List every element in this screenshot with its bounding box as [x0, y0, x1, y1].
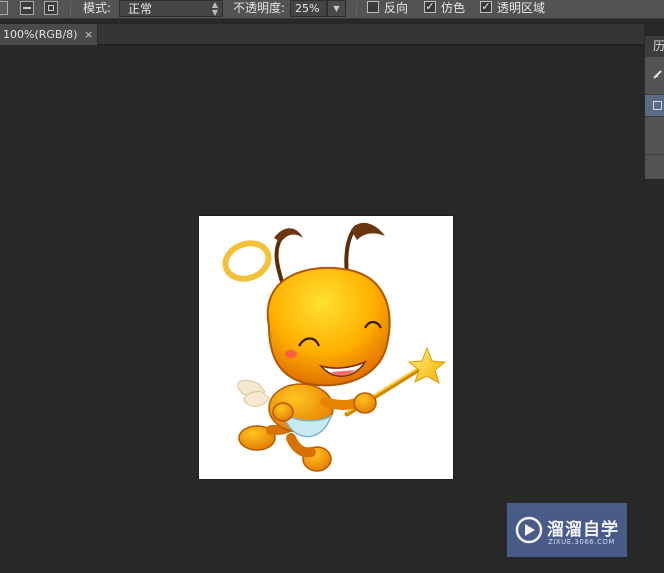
- opacity-label: 不透明度:: [233, 1, 286, 15]
- reverse-label: 反向: [384, 1, 409, 15]
- angel-ant-illustration: [222, 222, 447, 472]
- checkmark-icon: ✓: [481, 0, 491, 13]
- history-panel: 历: [644, 36, 664, 179]
- mode-select[interactable]: 正常 ▲ ▼: [119, 0, 223, 17]
- updown-arrow-icon: ▲ ▼: [211, 0, 218, 17]
- toolbar-divider: [356, 2, 357, 17]
- snapshot-icon: [653, 101, 662, 110]
- checkmark-icon: ✓: [425, 0, 435, 13]
- brush-icon: [653, 70, 662, 79]
- gradient-type-icon[interactable]: [0, 1, 8, 15]
- history-state-row[interactable]: [645, 116, 664, 154]
- close-icon[interactable]: ×: [84, 24, 93, 45]
- history-state-selected[interactable]: [645, 94, 664, 116]
- chevron-down-icon: ▼: [333, 4, 340, 13]
- document-canvas[interactable]: [199, 216, 453, 479]
- transparency-label: 透明区域: [497, 1, 546, 15]
- dither-checkbox[interactable]: ✓: [424, 1, 436, 13]
- opacity-dropdown-button[interactable]: ▼: [327, 0, 346, 17]
- history-state-row[interactable]: [645, 154, 664, 179]
- transparency-checkbox[interactable]: ✓: [480, 1, 492, 13]
- watermark-logo: 溜溜自学 ZIXUE.3066.COM: [507, 503, 627, 557]
- toolbar-divider: [70, 2, 71, 17]
- document-tab-bar: 100%(RGB/8) ×: [0, 24, 644, 45]
- mode-label: 模式:: [83, 1, 112, 15]
- history-panel-label: 历: [653, 39, 664, 53]
- history-panel-header[interactable]: 历: [645, 36, 664, 56]
- play-logo-icon: [515, 516, 543, 544]
- mode-value: 正常: [128, 2, 153, 16]
- linear-gradient-icon[interactable]: [20, 1, 34, 15]
- reflected-gradient-icon[interactable]: [44, 1, 58, 15]
- history-brush-row[interactable]: [645, 56, 664, 92]
- opacity-input[interactable]: 25%: [290, 0, 327, 17]
- opacity-value: 25%: [295, 2, 320, 15]
- document-tab[interactable]: 100%(RGB/8) ×: [0, 24, 98, 45]
- watermark-url: ZIXUE.3066.COM: [548, 538, 615, 546]
- watermark-brand: 溜溜自学: [547, 520, 619, 540]
- reverse-checkbox[interactable]: [367, 1, 379, 13]
- dither-label: 仿色: [441, 1, 466, 15]
- options-bar: 模式: 正常 ▲ ▼ 不透明度: 25% ▼ 反向 ✓ 仿色 ✓ 透明区域: [0, 0, 664, 19]
- document-tab-title: 100%(RGB/8): [3, 28, 78, 41]
